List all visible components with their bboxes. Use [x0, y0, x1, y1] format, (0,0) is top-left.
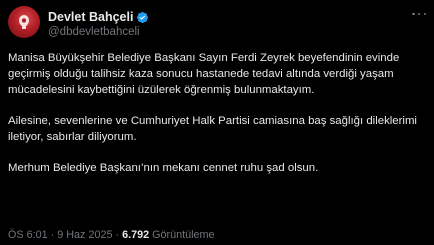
tweet-text: Manisa Büyükşehir Belediye Başkanı Sayın… [8, 50, 426, 191]
avatar-emblem-icon [19, 15, 29, 29]
more-dot [417, 12, 421, 16]
author-handle[interactable]: @dbdevletbahceli [48, 26, 140, 38]
avatar[interactable] [8, 6, 40, 38]
meta-separator: · [115, 229, 120, 241]
more-options-icon[interactable] [412, 10, 426, 18]
views-count: 6.792 [122, 229, 150, 241]
tweet-time[interactable]: ÖS 6:01 [8, 229, 48, 241]
author-display-name[interactable]: Devlet Bahçeli [48, 10, 133, 24]
more-dot [423, 12, 426, 16]
tweet-meta: ÖS 6:01 · 9 Haz 2025 · 6.792 Görüntüleme [8, 229, 215, 241]
tweet-date[interactable]: 9 Haz 2025 [57, 229, 112, 241]
views-label: Görüntüleme [152, 229, 215, 241]
more-dot [412, 12, 415, 16]
verified-badge-icon [137, 11, 149, 23]
tweet: Devlet Bahçeli @dbdevletbahceli Manisa B… [0, 0, 434, 245]
tweet-paragraph: Merhum Belediye Başkanı’nın mekanı cenne… [8, 162, 319, 174]
meta-separator: · [50, 229, 55, 241]
tweet-paragraph: Ailesine, sevenlerine ve Cumhuriyet Halk… [8, 115, 417, 143]
tweet-paragraph: Manisa Büyükşehir Belediye Başkanı Sayın… [8, 52, 400, 96]
author-name-row: Devlet Bahçeli [48, 9, 149, 25]
